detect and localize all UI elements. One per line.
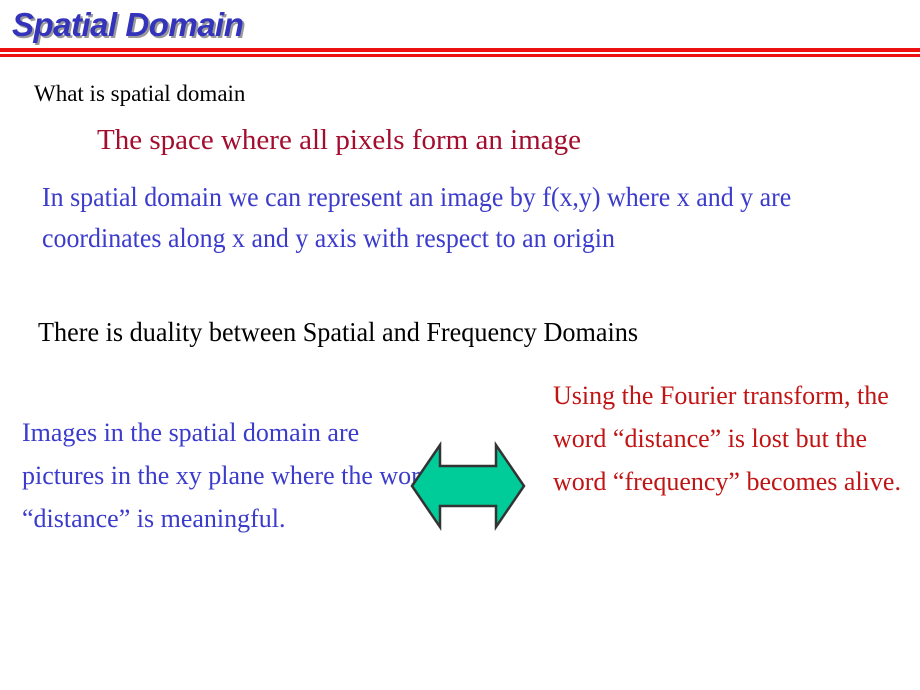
definition-line: The space where all pixels form an image: [97, 124, 581, 156]
fourier-domain-description: Using the Fourier transform, the word “d…: [553, 381, 901, 496]
representation-paragraph: In spatial domain we can represent an im…: [42, 182, 798, 253]
page-title: Spatial Domain: [12, 6, 244, 43]
heading-question: What is spatial domain: [34, 81, 246, 106]
spatial-domain-description: Images in the spatial domain are picture…: [22, 418, 433, 533]
double-headed-arrow-icon: [408, 440, 528, 532]
duality-statement: There is duality between Spatial and Fre…: [38, 317, 639, 347]
divider-line-lower: [0, 54, 920, 57]
title-divider: [0, 48, 920, 58]
